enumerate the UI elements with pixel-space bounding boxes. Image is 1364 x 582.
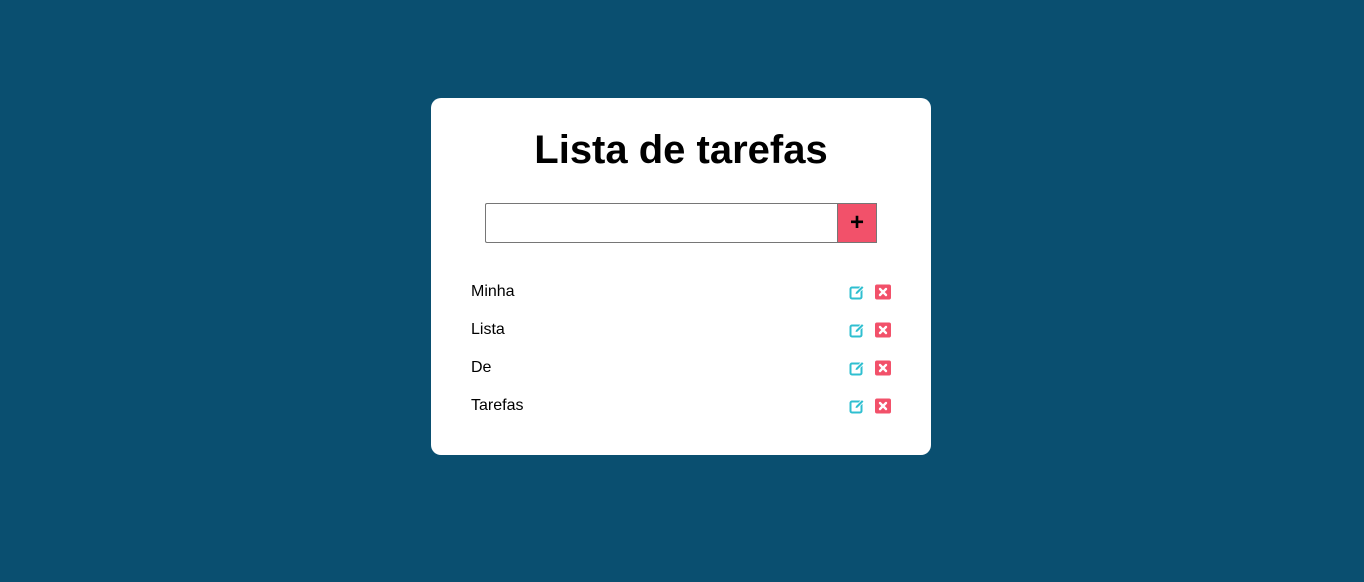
task-text: De <box>471 358 492 376</box>
task-input[interactable] <box>485 203 837 243</box>
add-task-form: + <box>485 203 877 243</box>
edit-icon[interactable] <box>849 398 865 414</box>
edit-icon[interactable] <box>849 360 865 376</box>
edit-icon[interactable] <box>849 322 865 338</box>
list-item: Lista <box>471 311 891 349</box>
delete-icon[interactable] <box>875 322 891 338</box>
task-actions <box>849 322 891 338</box>
delete-icon[interactable] <box>875 360 891 376</box>
task-actions <box>849 284 891 300</box>
edit-icon[interactable] <box>849 284 865 300</box>
list-item: De <box>471 349 891 387</box>
page-title: Lista de tarefas <box>534 128 828 172</box>
todo-card: Lista de tarefas + Minha Lista De Tarefa… <box>431 98 931 455</box>
task-actions <box>849 360 891 376</box>
task-actions <box>849 398 891 414</box>
add-task-button[interactable]: + <box>837 203 877 243</box>
task-list: Minha Lista De Tarefas <box>471 273 891 425</box>
delete-icon[interactable] <box>875 398 891 414</box>
delete-icon[interactable] <box>875 284 891 300</box>
task-text: Tarefas <box>471 396 524 414</box>
list-item: Minha <box>471 273 891 311</box>
task-text: Minha <box>471 282 515 300</box>
list-item: Tarefas <box>471 387 891 425</box>
task-text: Lista <box>471 320 505 338</box>
